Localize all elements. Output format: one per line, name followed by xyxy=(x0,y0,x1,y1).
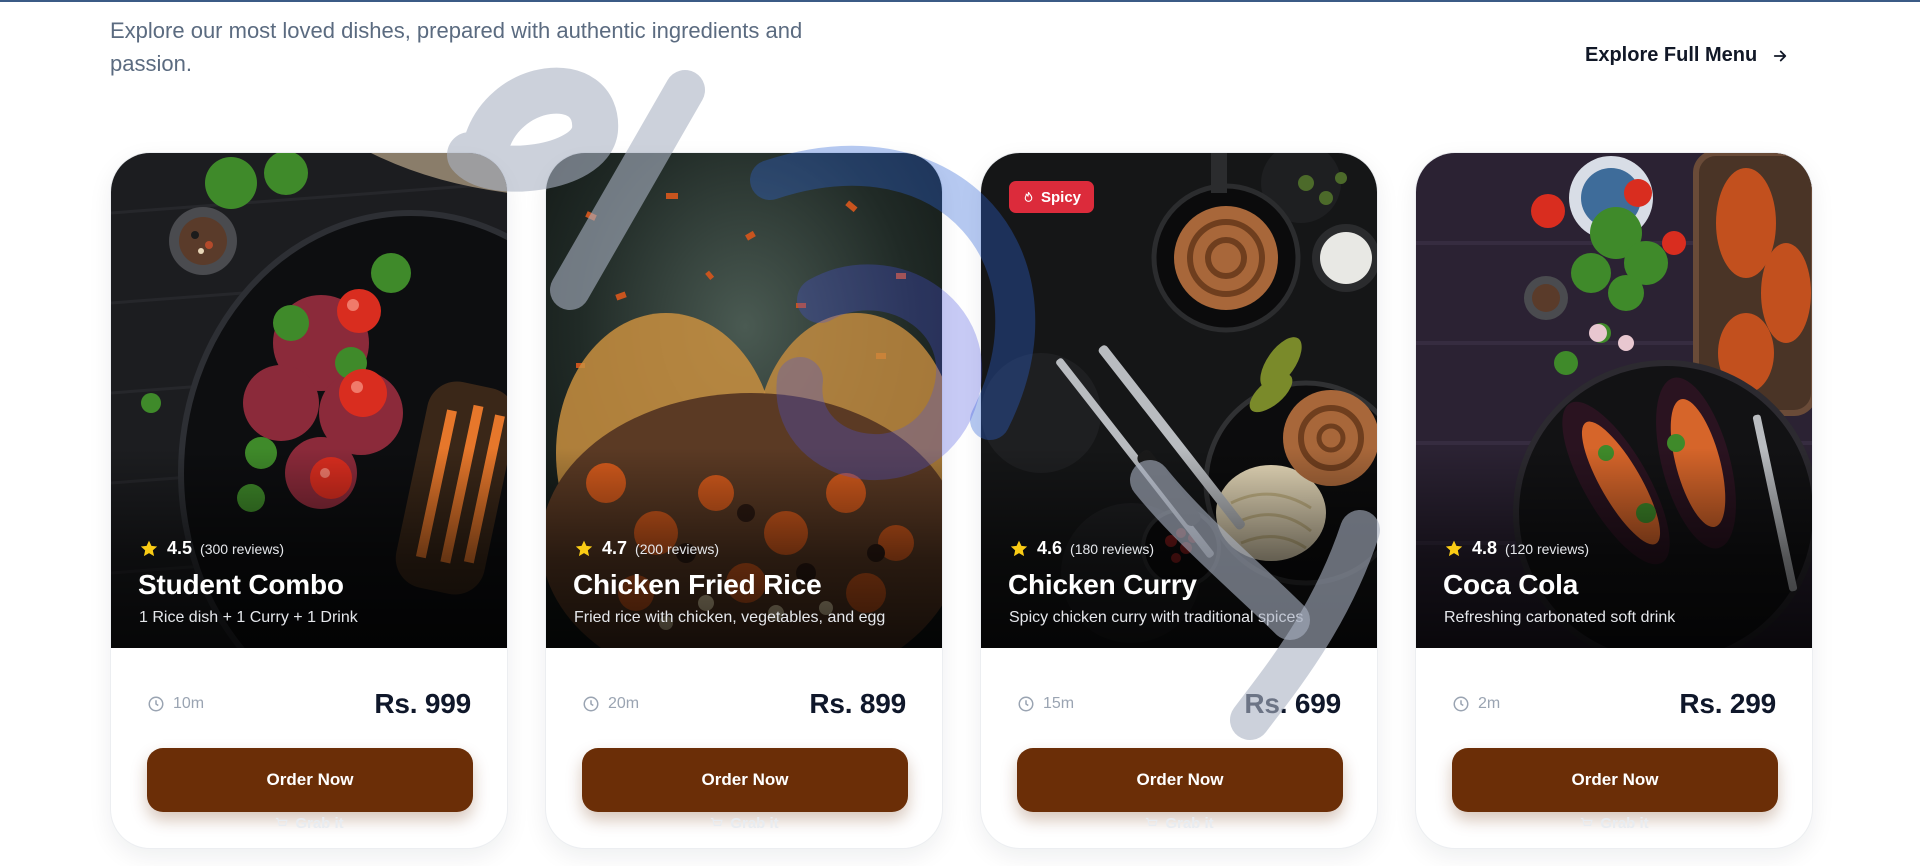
dish-title: Chicken Curry xyxy=(1008,569,1197,600)
order-now-button[interactable]: Order Now xyxy=(147,748,473,812)
top-divider xyxy=(0,0,1920,2)
grab-it-label: Grab it xyxy=(1165,815,1214,832)
cart-icon xyxy=(276,817,288,826)
rating-value: 4.5 xyxy=(167,538,193,558)
dish-photo: 4.8 (120 reviews) Coca Cola Refreshing c… xyxy=(1416,153,1812,648)
review-count: (180 reviews) xyxy=(1070,540,1155,557)
dish-title: Student Combo xyxy=(138,569,344,600)
clock-icon xyxy=(1453,696,1469,712)
dish-title: Coca Cola xyxy=(1443,569,1579,600)
menu-card-chicken-curry: Spicy 4.6 (180 reviews) Chicken Curry Sp… xyxy=(980,152,1378,849)
rating-value: 4.6 xyxy=(1037,538,1063,558)
grab-it-link[interactable]: Grab it xyxy=(1416,815,1812,832)
dish-description: Spicy chicken curry with traditional spi… xyxy=(1009,609,1304,626)
clock-icon xyxy=(148,696,164,712)
rating: 4.5 (300 reviews) xyxy=(139,538,284,559)
dish-description: 1 Rice dish + 1 Curry + 1 Drink xyxy=(139,609,358,626)
grab-it-link[interactable]: Grab it xyxy=(546,815,942,832)
prep-time: 2m xyxy=(1452,695,1500,713)
dish-description: Fried rice with chicken, vegetables, and… xyxy=(574,609,886,626)
price: Rs. 699 xyxy=(1244,688,1341,719)
order-now-button[interactable]: Order Now xyxy=(582,748,908,812)
rating: 4.8 (120 reviews) xyxy=(1444,538,1589,559)
spicy-badge-label: Spicy xyxy=(1041,188,1082,206)
cart-icon xyxy=(1581,817,1593,826)
grab-it-link[interactable]: Grab it xyxy=(111,815,507,832)
rating: 4.6 (180 reviews) xyxy=(1009,538,1154,559)
prep-time-value: 20m xyxy=(608,695,640,712)
card-meta: 15m Rs. 699 xyxy=(1017,688,1341,720)
cart-icon xyxy=(1146,817,1158,826)
section-subtitle: Explore our most loved dishes, prepared … xyxy=(110,18,803,76)
review-count: (120 reviews) xyxy=(1505,540,1590,557)
star-icon xyxy=(1445,540,1463,556)
clock-icon xyxy=(583,696,599,712)
grab-it-label: Grab it xyxy=(295,815,344,832)
grab-it-label: Grab it xyxy=(730,815,779,832)
dish-photo: 4.7 (200 reviews) Chicken Fried Rice Fri… xyxy=(546,153,942,648)
grab-it-link[interactable]: Grab it xyxy=(981,815,1377,832)
prep-time-value: 15m xyxy=(1043,695,1075,712)
rating-value: 4.8 xyxy=(1472,538,1498,558)
dish-photo: 4.5 (300 reviews) Student Combo 1 Rice d… xyxy=(111,153,507,648)
rating-value: 4.7 xyxy=(602,538,628,558)
price: Rs. 299 xyxy=(1679,688,1776,719)
card-meta: 10m Rs. 999 xyxy=(147,688,471,720)
prep-time: 15m xyxy=(1017,695,1074,713)
price: Rs. 999 xyxy=(374,688,471,719)
menu-card-coca-cola: 4.8 (120 reviews) Coca Cola Refreshing c… xyxy=(1415,152,1813,849)
card-meta: 20m Rs. 899 xyxy=(582,688,906,720)
review-count: (200 reviews) xyxy=(635,540,720,557)
prep-time-value: 2m xyxy=(1478,695,1501,712)
star-icon xyxy=(140,540,158,556)
arrow-right-icon xyxy=(1774,50,1787,61)
clock-icon xyxy=(1018,696,1034,712)
order-now-button[interactable]: Order Now xyxy=(1017,748,1343,812)
order-now-button[interactable]: Order Now xyxy=(1452,748,1778,812)
menu-card-chicken-fried-rice: 4.7 (200 reviews) Chicken Fried Rice Fri… xyxy=(545,152,943,849)
cart-icon xyxy=(711,817,723,826)
prep-time-value: 10m xyxy=(173,695,205,712)
explore-full-menu-label: Explore Full Menu xyxy=(1585,44,1758,66)
menu-card-student-combo: 4.5 (300 reviews) Student Combo 1 Rice d… xyxy=(110,152,508,849)
star-icon xyxy=(1010,540,1028,556)
grab-it-label: Grab it xyxy=(1600,815,1649,832)
explore-full-menu-link[interactable]: Explore Full Menu xyxy=(1585,44,1789,67)
flame-icon xyxy=(1024,191,1033,202)
price: Rs. 899 xyxy=(809,688,906,719)
prep-time: 20m xyxy=(582,695,639,713)
dish-description: Refreshing carbonated soft drink xyxy=(1444,609,1676,626)
review-count: (300 reviews) xyxy=(200,540,285,557)
dish-photo: Spicy 4.6 (180 reviews) Chicken Curry Sp… xyxy=(981,153,1377,648)
rating: 4.7 (200 reviews) xyxy=(574,538,719,559)
star-icon xyxy=(575,540,593,556)
card-meta: 2m Rs. 299 xyxy=(1452,688,1776,720)
spicy-badge: Spicy xyxy=(1009,181,1095,213)
prep-time: 10m xyxy=(147,695,204,713)
dish-title: Chicken Fried Rice xyxy=(573,569,822,600)
